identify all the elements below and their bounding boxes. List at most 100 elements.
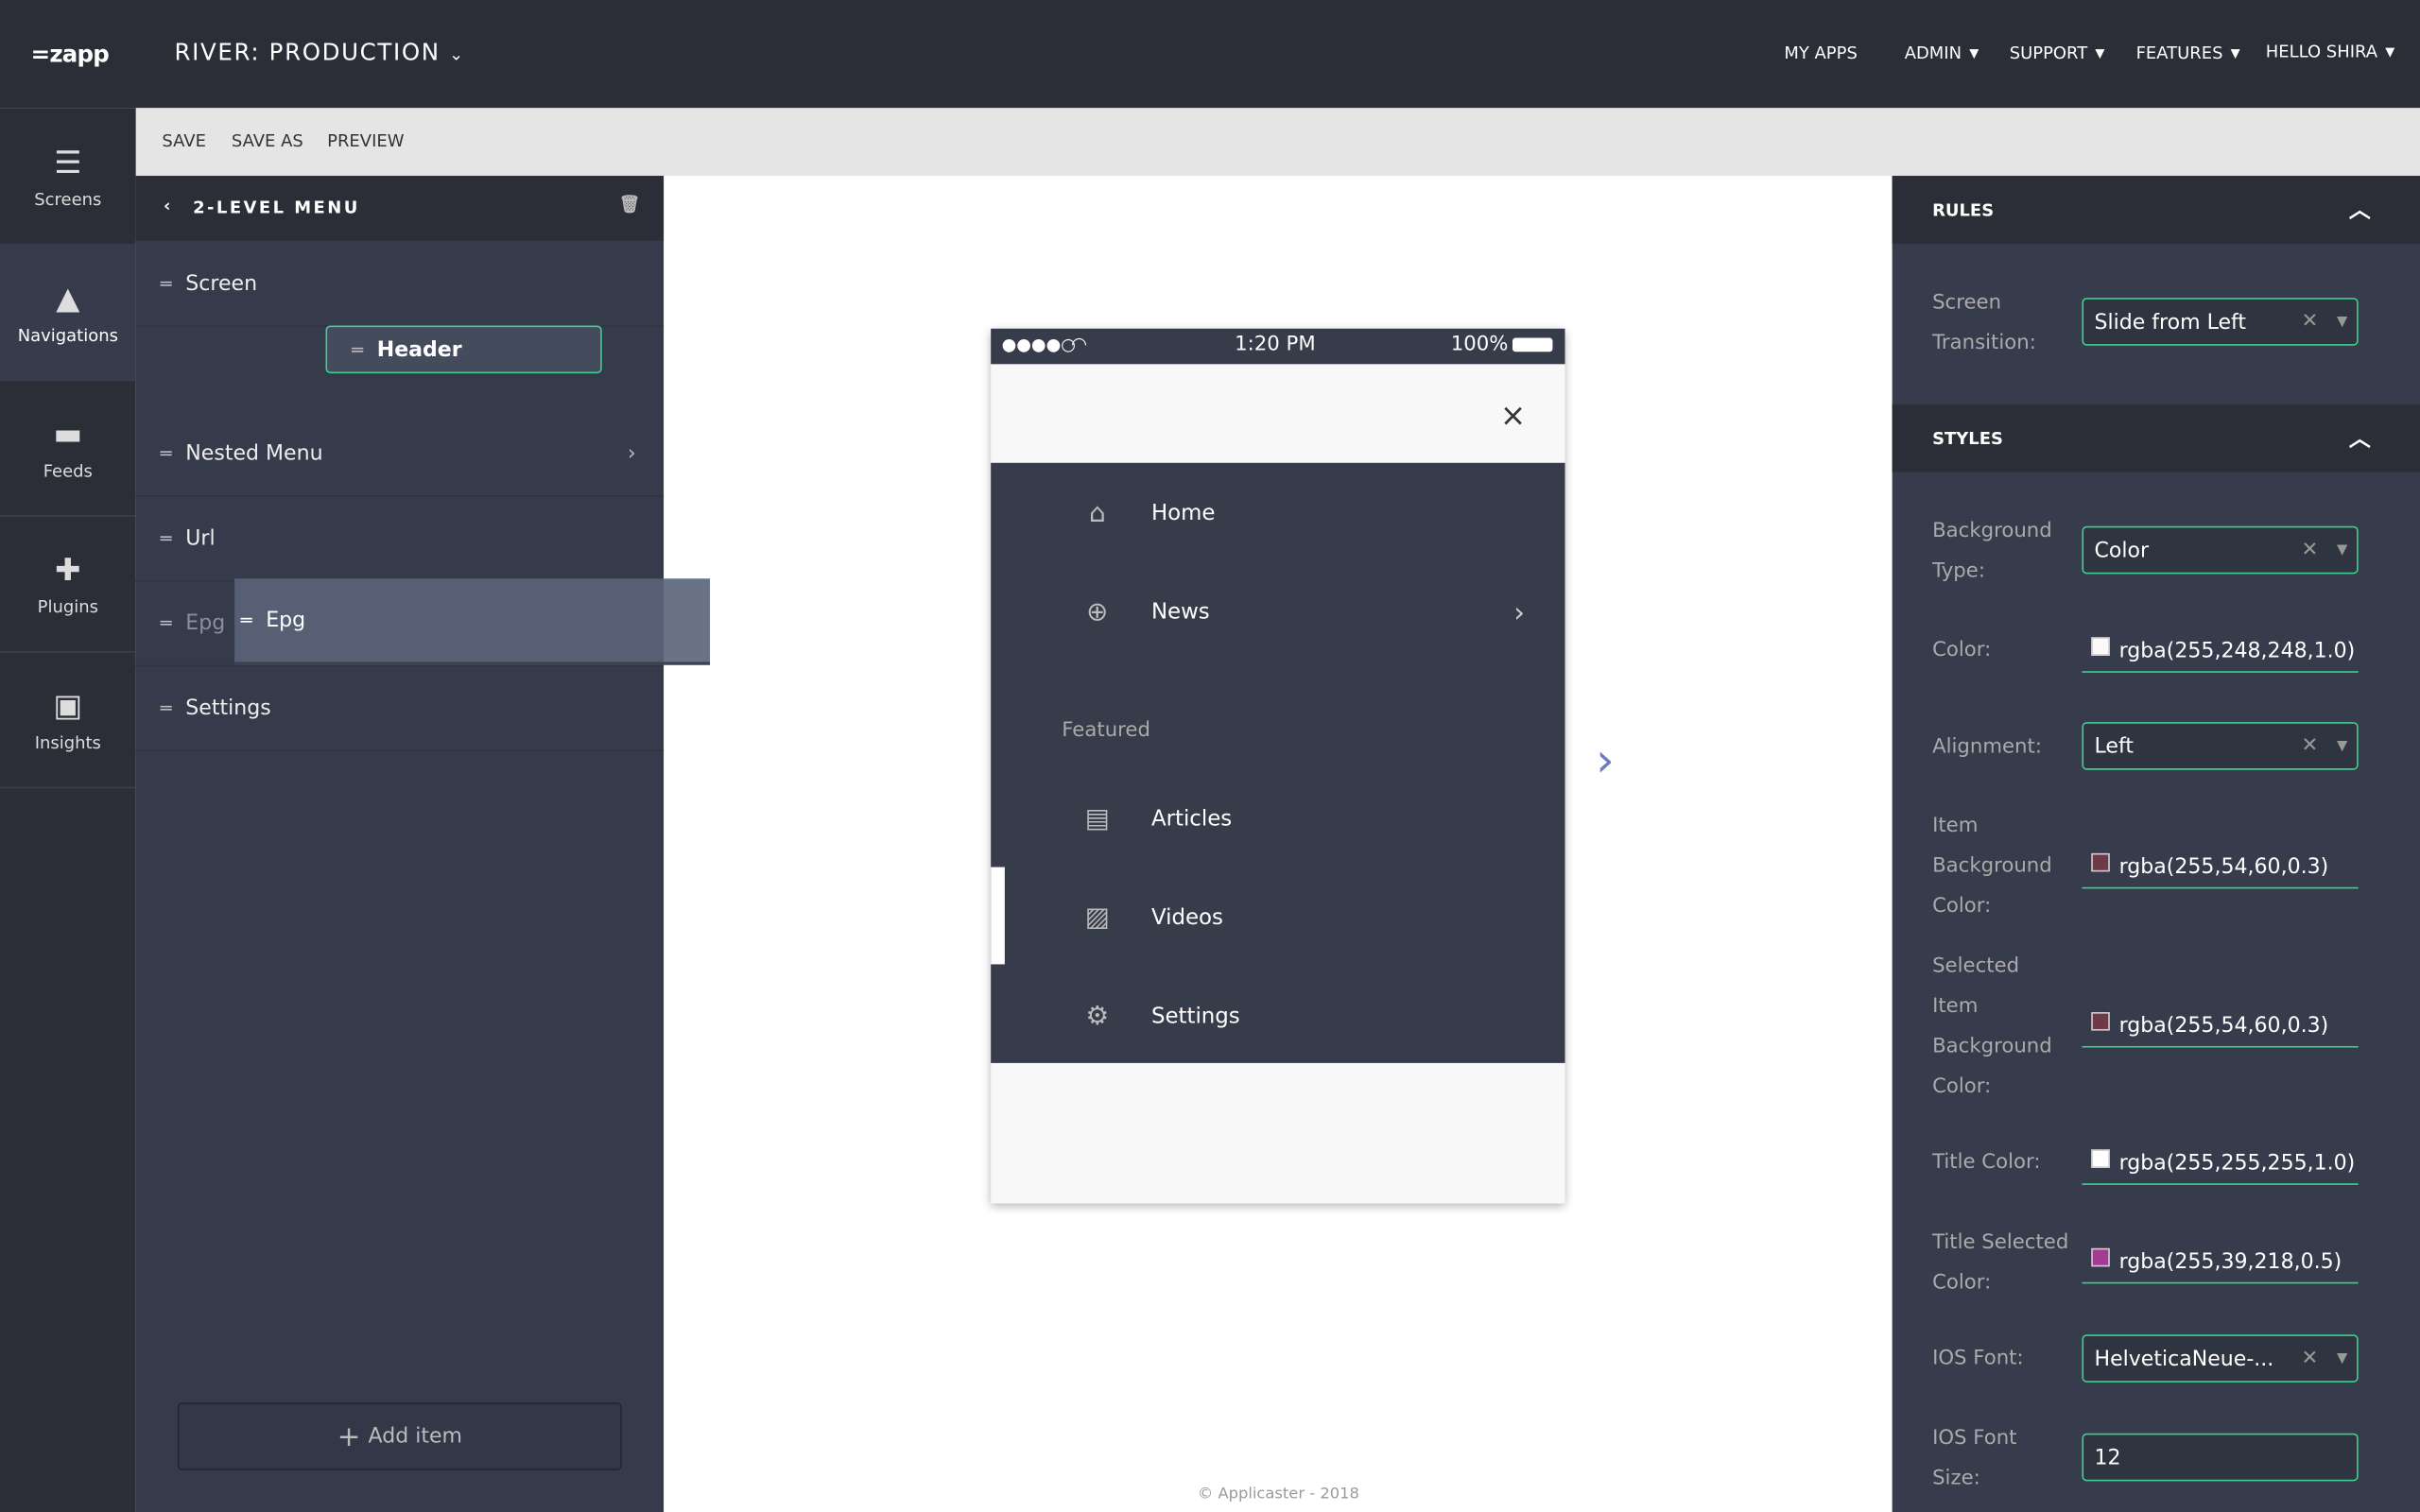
nav-item-nested-menu[interactable]: ═ Nested Menu › (135, 410, 665, 497)
nav-admin[interactable]: ADMIN ▼ (1905, 43, 1979, 63)
dropdown-arrow-icon[interactable]: ▼ (2337, 738, 2347, 753)
preview-button[interactable]: PREVIEW (327, 131, 404, 151)
trash-icon[interactable]: 🗑 (619, 195, 643, 215)
item-label: Epg (185, 610, 226, 635)
alignment-label: Alignment: (1932, 735, 2042, 760)
menu-item-videos[interactable]: ▨ Videos (991, 867, 1564, 965)
caret-down-icon: ▼ (2385, 44, 2395, 60)
alignment-select[interactable]: Left ✕ ▼ (2082, 722, 2359, 770)
ios-font-size-input[interactable]: 12 (2082, 1433, 2359, 1482)
dragging-item-epg[interactable]: ═ Epg (234, 578, 711, 665)
rail-feeds[interactable]: ▬ Feeds (0, 380, 136, 517)
drag-handle-icon[interactable]: ═ (161, 272, 172, 294)
nav-my-apps[interactable]: MY APPS (1784, 43, 1858, 63)
menu-item-news[interactable]: ⊕ News › (991, 582, 1564, 644)
clear-icon[interactable]: ✕ (2302, 310, 2319, 333)
dropdown-arrow-icon[interactable]: ▼ (2337, 1350, 2347, 1366)
input-value: rgba(255,255,255,1.0) (2118, 1150, 2356, 1177)
nav-label: SUPPORT (2009, 43, 2088, 63)
ios-font-select[interactable]: HelveticaNeue-... ✕ ▼ (2082, 1334, 2359, 1383)
drag-handle-icon[interactable]: ═ (352, 338, 363, 360)
nav-item-url[interactable]: ═ Url (135, 495, 665, 582)
back-chevron-icon[interactable]: ‹ (164, 196, 173, 215)
wifi-icon: ◠ (1071, 333, 1088, 355)
menu-label: Settings (1150, 1004, 1240, 1029)
folder-icon: ▬ (53, 414, 83, 452)
drag-handle-icon[interactable]: ═ (161, 611, 172, 633)
title-selected-color-input[interactable]: rgba(255,39,218,0.5) (2082, 1242, 2359, 1284)
screen-transition-select[interactable]: Slide from Left ✕ ▼ (2082, 298, 2359, 346)
menu-label: News (1150, 600, 1210, 626)
color-swatch[interactable] (2091, 1149, 2110, 1168)
background-type-select[interactable]: Color ✕ ▼ (2082, 525, 2359, 575)
drag-handle-icon[interactable]: ═ (161, 696, 172, 718)
plus-icon: + (337, 1419, 361, 1453)
clear-icon[interactable]: ✕ (2302, 734, 2319, 757)
nav-support[interactable]: SUPPORT ▼ (2010, 43, 2105, 63)
save-as-button[interactable]: SAVE AS (232, 131, 303, 151)
nav-user[interactable]: HELLO SHIRA ▼ (2266, 42, 2395, 61)
menu-item-settings[interactable]: ⚙ Settings (991, 986, 1564, 1047)
color-input[interactable]: rgba(255,248,248,1.0) (2082, 631, 2359, 673)
ios-font-size-label: IOS Font Size: (1932, 1427, 2017, 1491)
chevron-right-icon: › (1513, 596, 1526, 629)
nav-label: ADMIN (1904, 43, 1962, 63)
nav-label: FEATURES (2135, 43, 2223, 63)
color-swatch[interactable] (2091, 1247, 2110, 1267)
nav-features[interactable]: FEATURES ▼ (2136, 43, 2240, 63)
item-label: Header (376, 336, 462, 362)
nav-item-screen[interactable]: ═ Screen (135, 241, 665, 328)
select-value: Left (2094, 733, 2134, 759)
drag-handle-icon[interactable]: ═ (161, 442, 172, 464)
navigation-arrow-icon: ▲ (56, 278, 80, 316)
background-type-label: Background Type: (1932, 520, 2052, 584)
color-label: Color: (1932, 638, 1992, 662)
nav-label: MY APPS (1784, 43, 1858, 63)
color-swatch[interactable] (2091, 1012, 2110, 1031)
add-item-button[interactable]: + Add item (177, 1402, 622, 1470)
title-selected-color-label: Title Selected Color: (1932, 1230, 2069, 1295)
app-selector[interactable]: RIVER: PRODUCTION ⌄ (174, 39, 464, 66)
nav-item-settings[interactable]: ═ Settings (135, 665, 665, 752)
ios-font-label: IOS Font: (1932, 1347, 2024, 1370)
item-background-color-label: Item Background Color: (1932, 815, 2052, 919)
selected-item-background-color-input[interactable]: rgba(255,54,60,0.3) (2082, 1005, 2359, 1048)
dropdown-arrow-icon[interactable]: ▼ (2337, 542, 2347, 558)
close-icon[interactable]: × (1500, 397, 1526, 434)
rail-screens[interactable]: ☰ Screens (0, 108, 136, 246)
title-color-input[interactable]: rgba(255,255,255,1.0) (2082, 1143, 2359, 1185)
color-swatch[interactable] (2091, 637, 2110, 656)
clear-icon[interactable]: ✕ (2302, 1347, 2319, 1369)
styles-section-header[interactable]: STYLES ︿ (1892, 404, 2420, 472)
menu-item-home[interactable]: ⌂ Home (991, 483, 1564, 544)
rail-plugins[interactable]: ✚ Plugins (0, 515, 136, 653)
chevron-up-icon[interactable]: ︿ (2349, 422, 2371, 454)
add-item-label: Add item (368, 1423, 463, 1450)
rail-label: Plugins (37, 596, 99, 617)
input-value: rgba(255,54,60,0.3) (2118, 1013, 2329, 1039)
caret-down-icon: ▼ (2230, 45, 2240, 60)
save-button[interactable]: SAVE (162, 131, 206, 151)
nav-item-header[interactable]: ═ Header (325, 325, 602, 374)
item-background-color-input[interactable]: rgba(255,54,60,0.3) (2082, 847, 2359, 889)
color-swatch[interactable] (2091, 852, 2110, 872)
dropdown-arrow-icon[interactable]: ▼ (2337, 314, 2347, 329)
selected-item-background-color-label: Selected Item Background Color: (1932, 954, 2052, 1099)
navigation-items-panel: ‹ 2-LEVEL MENU 🗑 ═ Screen ═ Header ═ Nested… (135, 176, 665, 1512)
chevron-up-icon[interactable]: ︿ (2349, 195, 2371, 226)
drag-handle-icon[interactable]: ═ (161, 527, 172, 549)
zapp-logo[interactable]: =zapp (31, 40, 110, 67)
item-label: Epg (266, 608, 306, 633)
next-screen-arrow-icon[interactable]: › (1596, 734, 1615, 788)
rail-insights[interactable]: ▣ Insights (0, 651, 136, 789)
articles-icon: ▤ (1084, 803, 1110, 835)
select-value: Color (2094, 537, 2150, 563)
menu-item-articles[interactable]: ▤ Articles (991, 788, 1564, 850)
section-title: STYLES (1932, 428, 2003, 449)
rail-navigations[interactable]: ▲ Navigations (0, 243, 136, 382)
rules-section-header[interactable]: RULES ︿ (1892, 176, 2420, 244)
clear-icon[interactable]: ✕ (2302, 539, 2319, 561)
drag-handle-icon[interactable]: ═ (241, 610, 252, 631)
status-bar: ●●●●○ ◠ 1:20 PM 100% (991, 328, 1565, 365)
gear-icon: ⚙ (1085, 1001, 1110, 1033)
